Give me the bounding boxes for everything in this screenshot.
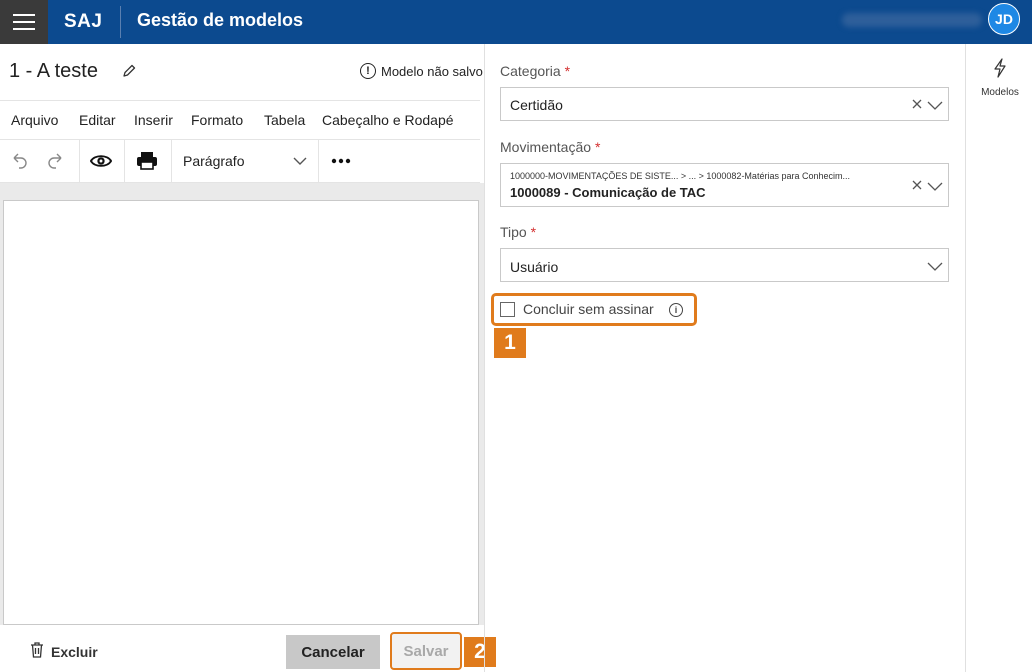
chevron-down-icon[interactable] xyxy=(927,179,943,191)
menu-tabela[interactable]: Tabela xyxy=(264,112,305,128)
required-marker: * xyxy=(594,139,601,155)
clear-icon[interactable] xyxy=(911,178,923,192)
blurred-user-info xyxy=(842,13,982,27)
menu-formato[interactable]: Formato xyxy=(191,112,243,128)
sidebar-modelos-label: Modelos xyxy=(981,87,1019,98)
hamburger-icon xyxy=(13,14,35,30)
toolbar-separator xyxy=(318,140,319,182)
movimentacao-label-text: Movimentação xyxy=(500,139,592,155)
movimentacao-label: Movimentação * xyxy=(500,139,600,155)
chevron-down-icon[interactable] xyxy=(927,259,943,271)
tipo-label-text: Tipo xyxy=(500,224,527,240)
sidebar-modelos-button[interactable]: Modelos xyxy=(972,58,1028,98)
toolbar-separator xyxy=(124,140,125,182)
editor-page[interactable] xyxy=(3,200,479,625)
save-button[interactable]: Salvar xyxy=(390,632,462,670)
document-title: 1 - A teste xyxy=(9,60,98,82)
hamburger-menu-button[interactable] xyxy=(0,0,48,44)
tipo-label: Tipo * xyxy=(500,224,536,240)
info-icon[interactable]: i xyxy=(669,303,683,317)
required-marker: * xyxy=(530,224,537,240)
concluir-sem-assinar-label[interactable]: Concluir sem assinar xyxy=(523,301,654,317)
trash-icon xyxy=(30,642,44,661)
clear-icon[interactable] xyxy=(911,97,923,111)
menu-cabecalho-rodape[interactable]: Cabeçalho e Rodapé xyxy=(322,112,454,128)
brand-logo[interactable]: SAJ xyxy=(64,0,102,44)
unsaved-status-label: Modelo não salvo xyxy=(381,63,483,79)
brand-divider xyxy=(120,6,121,38)
menu-editar[interactable]: Editar xyxy=(79,112,116,128)
movimentacao-path: 1000000-MOVIMENTAÇÕES DE SISTE... > ... … xyxy=(510,171,850,181)
callout-badge-1: 1 xyxy=(494,328,526,358)
toolbar-separator xyxy=(79,140,80,182)
chevron-down-icon xyxy=(293,153,307,169)
lightning-icon xyxy=(992,58,1008,82)
toolbar-separator xyxy=(171,140,172,182)
tipo-value: Usuário xyxy=(510,259,559,275)
editor-menubar: Arquivo Editar Inserir Formato Tabela Ca… xyxy=(0,100,480,140)
categoria-value: Certidão xyxy=(510,97,563,113)
menu-arquivo[interactable]: Arquivo xyxy=(11,112,58,128)
movimentacao-value: 1000089 - Comunicação de TAC xyxy=(510,185,706,200)
unsaved-status: ! Modelo não salvo xyxy=(360,63,483,79)
block-format-select[interactable]: Parágrafo xyxy=(183,153,308,169)
print-icon[interactable] xyxy=(136,150,158,172)
categoria-label: Categoria * xyxy=(500,63,570,79)
delete-button-label: Excluir xyxy=(51,643,98,660)
chevron-down-icon[interactable] xyxy=(927,98,943,110)
preview-eye-icon[interactable] xyxy=(90,150,112,172)
block-format-value: Parágrafo xyxy=(183,153,245,169)
more-icon[interactable] xyxy=(330,150,352,172)
user-avatar[interactable]: JD xyxy=(988,3,1020,35)
redo-icon[interactable] xyxy=(45,150,67,172)
editor-toolbar: Parágrafo xyxy=(0,140,480,183)
required-marker: * xyxy=(564,63,571,79)
menu-inserir[interactable]: Inserir xyxy=(134,112,173,128)
app-title: Gestão de modelos xyxy=(137,10,304,30)
pencil-edit-icon[interactable] xyxy=(121,63,137,79)
cancel-button[interactable]: Cancelar xyxy=(286,635,380,669)
categoria-select[interactable]: Certidão xyxy=(500,87,949,121)
alert-circle-icon: ! xyxy=(360,63,376,79)
tipo-select[interactable]: Usuário xyxy=(500,248,949,282)
panel-divider xyxy=(484,44,485,672)
categoria-label-text: Categoria xyxy=(500,63,561,79)
delete-button[interactable]: Excluir xyxy=(30,642,98,661)
concluir-sem-assinar-checkbox[interactable] xyxy=(500,302,515,317)
callout-badge-2: 2 xyxy=(464,637,496,667)
sidebar-divider xyxy=(965,44,966,672)
top-bar: SAJ Gestão de modelos JD xyxy=(0,0,1032,44)
movimentacao-select[interactable]: 1000000-MOVIMENTAÇÕES DE SISTE... > ... … xyxy=(500,163,949,207)
undo-icon[interactable] xyxy=(8,150,30,172)
